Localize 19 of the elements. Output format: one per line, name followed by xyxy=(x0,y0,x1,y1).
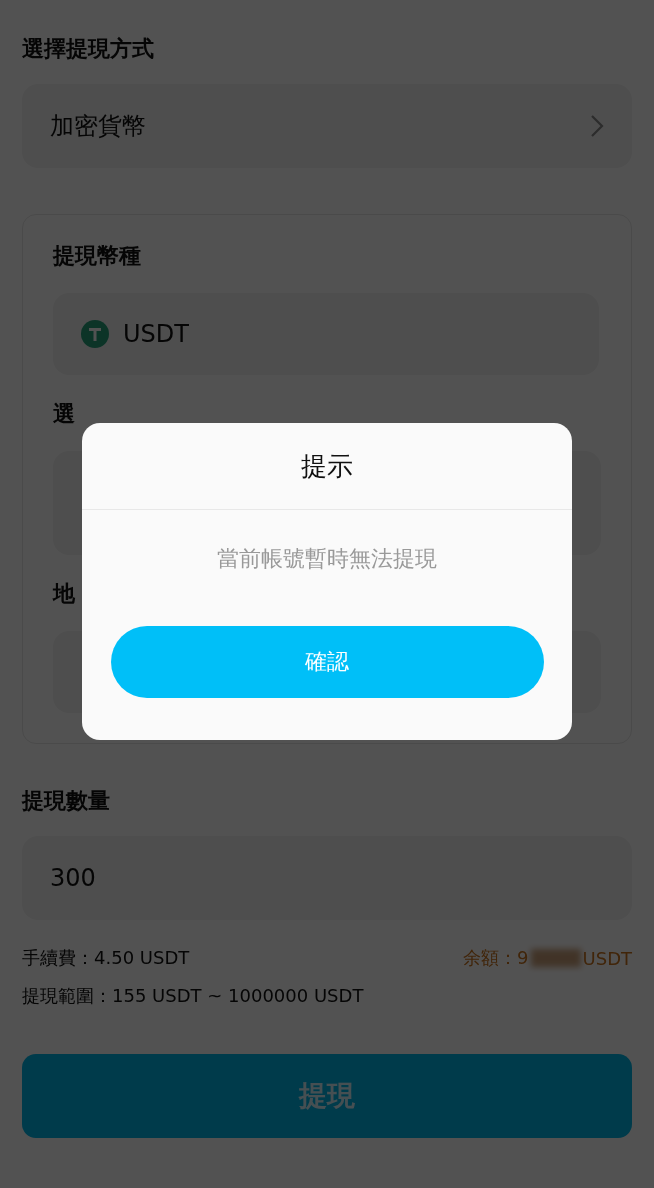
amount-field[interactable]: 300 xyxy=(22,836,632,920)
section-title: 提現數量 xyxy=(22,787,111,815)
field-label: 提現幣種 xyxy=(53,242,142,270)
fee-text: 手續費：4.50 USDT xyxy=(22,946,190,970)
balance-text: 余額：9 xyxy=(463,946,529,970)
dialog-title: 提示 xyxy=(82,423,572,510)
dialog-message: 當前帳號暫時無法提現 xyxy=(217,545,437,573)
chevron-icon xyxy=(590,114,604,138)
coin-icon xyxy=(81,320,109,348)
field-label: 選 xyxy=(53,400,76,428)
withdraw-button[interactable]: 提現 xyxy=(22,1054,632,1138)
method-select[interactable]: 加密貨幣 xyxy=(22,84,632,168)
confirm-button[interactable]: 確認 xyxy=(110,626,544,698)
redaction-mark xyxy=(530,949,581,967)
range-text: 提現範圍：155 USDT ~ 1000000 USDT xyxy=(22,984,365,1008)
field-label: 地 xyxy=(53,580,76,608)
balance-unit: USDT xyxy=(582,947,632,969)
section-title: 選擇提現方式 xyxy=(22,35,155,63)
currency-select[interactable]: USDT xyxy=(53,293,599,375)
